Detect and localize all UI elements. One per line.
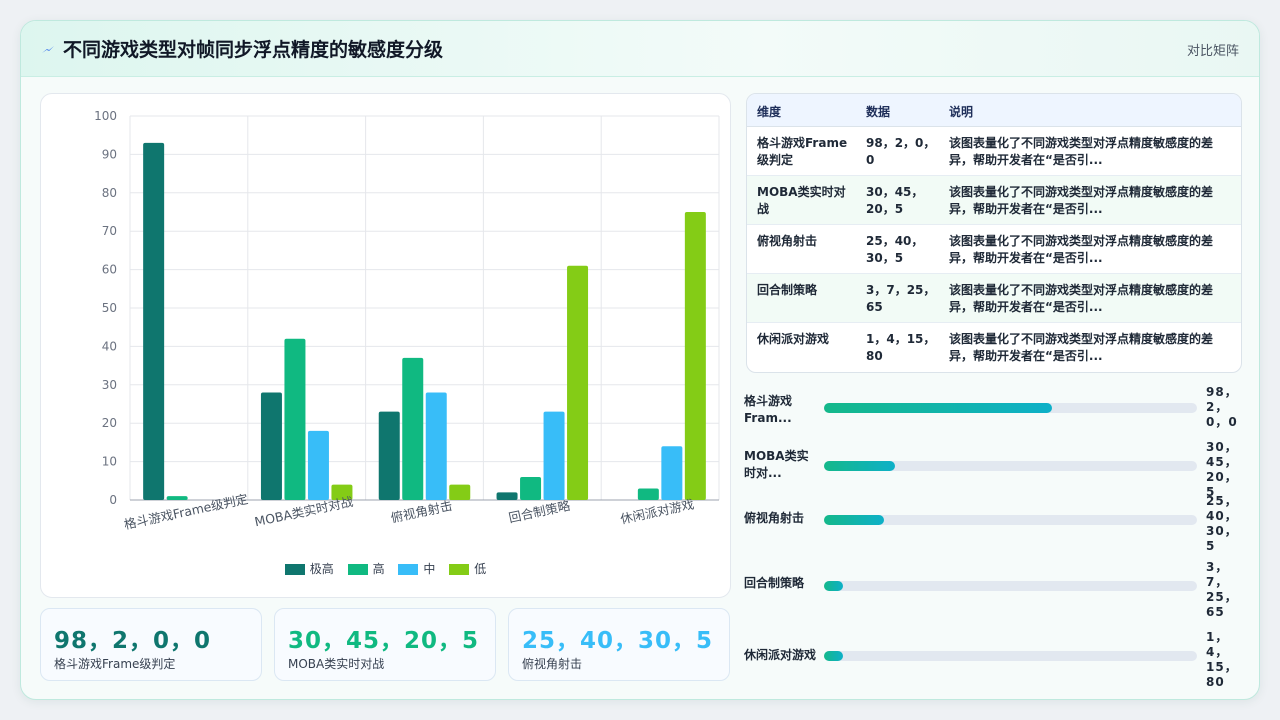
column-header-data: 数据 xyxy=(866,105,891,119)
bar xyxy=(284,338,306,500)
progress-label: 回合制策略 xyxy=(744,576,805,590)
y-tick-label: 40 xyxy=(102,339,117,353)
cell-dimension: 休闲派对游戏 xyxy=(757,332,830,346)
bar-chart-panel: 0 10 20 30 40 50 60 70 80 90 100 格斗游戏Frame级判定 MOBA类实… xyxy=(40,93,731,598)
kpi-label: 格斗游戏Frame级判定 xyxy=(54,657,176,671)
cell-data: 1，4，15，80 xyxy=(866,332,936,363)
kpi-value: 25，40，30，5 xyxy=(522,628,714,654)
y-tick-label: 0 xyxy=(109,493,117,507)
data-table: 维度 数据 说明 格斗游戏Frame级判定 98，2，0，0 该图表量化了不同游… xyxy=(746,93,1242,373)
bar xyxy=(496,492,518,500)
kpi-value: 30，45，20，5 xyxy=(288,628,480,654)
cell-data: 30，45，20，5 xyxy=(866,185,924,216)
y-tick-label: 90 xyxy=(102,147,117,161)
cell-dimension: MOBA类实时对战 xyxy=(757,185,846,216)
progress-track xyxy=(824,403,1197,413)
column-header-dimension: 维度 xyxy=(757,105,782,119)
table-row[interactable]: 俯视角射击 25，40，30，5 该图表量化了不同游戏类型对浮点精度敏感度的差异… xyxy=(747,225,1241,274)
progress-value: 3，7，25，65 xyxy=(1206,560,1238,619)
progress-label: 休闲派对游戏 xyxy=(744,648,817,662)
bar xyxy=(166,496,188,500)
y-tick-label: 80 xyxy=(102,186,117,200)
kpi-card: 25，40，30，5 俯视角射击 xyxy=(508,608,730,681)
bar xyxy=(143,142,165,500)
table-row[interactable]: 回合制策略 3，7，25，65 该图表量化了不同游戏类型对浮点精度敏感度的差异，… xyxy=(747,274,1241,323)
cell-description: 该图表量化了不同游戏类型对浮点精度敏感度的差异，帮助开发者在“是否引... xyxy=(949,136,1214,167)
progress-track xyxy=(824,651,1197,661)
page-title: 不同游戏类型对帧同步浮点精度的敏感度分级 xyxy=(63,39,444,61)
table-row[interactable]: 休闲派对游戏 1，4，15，80 该图表量化了不同游戏类型对浮点精度敏感度的差异… xyxy=(747,323,1241,372)
header: 不同游戏类型对帧同步浮点精度的敏感度分级 对比矩阵 xyxy=(21,21,1259,77)
progress-value: 98，2，0，0 xyxy=(1206,385,1238,429)
bar xyxy=(637,488,659,500)
bar xyxy=(449,484,471,500)
table-header: 维度 数据 说明 xyxy=(747,94,1241,127)
bar xyxy=(543,411,565,500)
progress-value: 1，4，15，80 xyxy=(1206,630,1238,689)
bar xyxy=(260,392,282,500)
y-tick-label: 60 xyxy=(102,263,117,277)
chart-legend: 极高 高 中 低 xyxy=(41,560,730,577)
cell-dimension: 格斗游戏Frame级判定 xyxy=(757,136,848,167)
bar xyxy=(684,212,706,500)
y-tick-label: 50 xyxy=(102,301,117,315)
bar xyxy=(307,430,329,500)
legend-item-high[interactable]: 高 xyxy=(347,560,385,577)
bar xyxy=(402,357,424,500)
dashboard-card: 不同游戏类型对帧同步浮点精度的敏感度分级 对比矩阵 0 10 20 30 40 50 60 7… xyxy=(20,20,1260,700)
kpi-label: MOBA类实时对战 xyxy=(288,657,385,671)
legend-item-low[interactable]: 低 xyxy=(449,560,486,577)
bar xyxy=(378,411,400,500)
cell-description: 该图表量化了不同游戏类型对浮点精度敏感度的差异，帮助开发者在“是否引... xyxy=(949,234,1214,265)
column-header-description: 说明 xyxy=(949,105,974,119)
view-tag[interactable]: 对比矩阵 xyxy=(1187,40,1239,59)
kpi-label: 俯视角射击 xyxy=(522,657,583,671)
cell-description: 该图表量化了不同游戏类型对浮点精度敏感度的差异，帮助开发者在“是否引... xyxy=(949,185,1214,216)
progress-fill xyxy=(824,651,843,661)
progress-fill xyxy=(824,403,1052,413)
y-tick-label: 30 xyxy=(102,378,117,392)
progress-track xyxy=(824,581,1197,591)
x-tick-label: 回合制策略 xyxy=(507,498,572,526)
legend-item-very-high[interactable]: 极高 xyxy=(284,560,334,577)
bar xyxy=(661,446,683,500)
progress-fill xyxy=(824,515,884,525)
progress-track xyxy=(824,515,1197,525)
cell-dimension: 回合制策略 xyxy=(757,283,818,297)
progress-fill xyxy=(824,581,843,591)
progress-fill xyxy=(824,461,895,471)
lightning-icon xyxy=(42,46,54,53)
kpi-card: 98，2，0，0 格斗游戏Frame级判定 xyxy=(40,608,262,681)
legend-item-medium[interactable]: 中 xyxy=(398,560,435,577)
cell-data: 3，7，25，65 xyxy=(866,283,936,314)
progress-value: 25，40，30，5 xyxy=(1206,494,1238,553)
cell-data: 98，2，0，0 xyxy=(866,136,936,167)
bar-chart: 0102030405060708090100格斗游戏Frame级判定 MOBA类实… xyxy=(94,109,720,532)
progress-label: MOBA类实时对... xyxy=(744,449,809,480)
x-tick-label: 俯视角射击 xyxy=(389,498,453,526)
bar xyxy=(567,265,589,500)
progress-label: 俯视角射击 xyxy=(744,511,805,525)
progress-label: 格斗游戏Fram... xyxy=(744,394,793,425)
cell-description: 该图表量化了不同游戏类型对浮点精度敏感度的差异，帮助开发者在“是否引... xyxy=(949,332,1214,363)
y-tick-label: 70 xyxy=(102,224,117,238)
bar xyxy=(520,476,542,500)
y-tick-label: 20 xyxy=(102,416,117,430)
kpi-value: 98，2，0，0 xyxy=(54,628,212,654)
progress-track xyxy=(824,461,1197,471)
bar xyxy=(425,392,447,500)
y-tick-label: 100 xyxy=(94,109,117,123)
cell-dimension: 俯视角射击 xyxy=(757,234,818,248)
x-tick-label: 休闲派对游戏 xyxy=(619,496,695,526)
y-tick-label: 10 xyxy=(102,455,117,469)
table-row[interactable]: MOBA类实时对战 30，45，20，5 该图表量化了不同游戏类型对浮点精度敏感… xyxy=(747,176,1241,225)
kpi-card: 30，45，20，5 MOBA类实时对战 xyxy=(274,608,496,681)
cell-data: 25，40，30，5 xyxy=(866,234,924,265)
table-row[interactable]: 格斗游戏Frame级判定 98，2，0，0 该图表量化了不同游戏类型对浮点精度敏… xyxy=(747,127,1241,176)
progress-value: 30，45，20，5 xyxy=(1206,440,1238,499)
cell-description: 该图表量化了不同游戏类型对浮点精度敏感度的差异，帮助开发者在“是否引... xyxy=(949,283,1214,314)
